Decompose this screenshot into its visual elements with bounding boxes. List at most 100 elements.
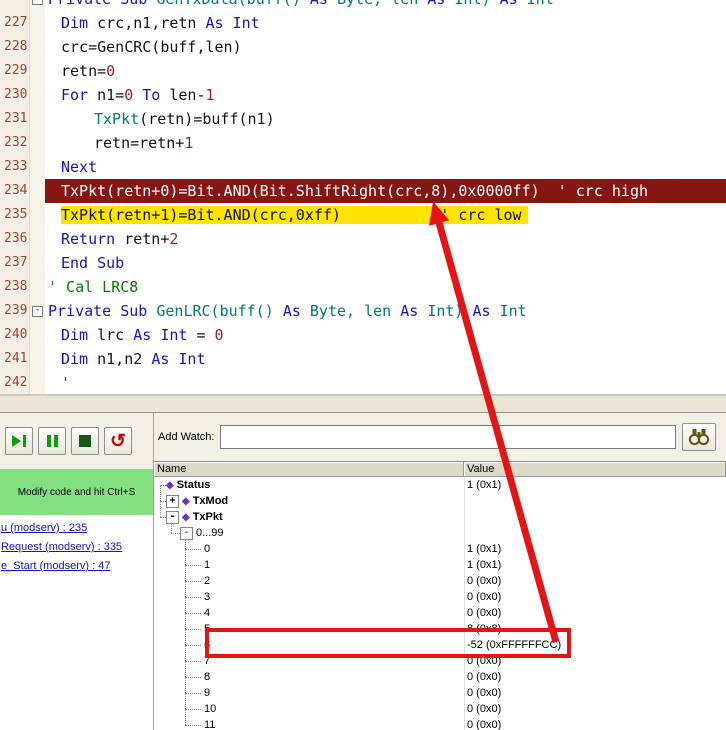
call-stack-link[interactable]: e_Start (modserv) : 47 <box>1 560 152 572</box>
line-number[interactable]: 228 <box>0 35 30 59</box>
restart-button[interactable]: ↺ <box>104 427 132 455</box>
code-line-238[interactable]: 238 ' Cal LRC8 <box>0 275 726 299</box>
watch-row-5[interactable]: 5 8 (0x8) <box>154 621 726 637</box>
collapse-icon[interactable]: - <box>180 526 193 540</box>
code-line-239[interactable]: 239- Private Sub GenLRC(buff() As Byte, l… <box>0 299 726 323</box>
fold-toggle-icon[interactable]: - <box>32 0 43 5</box>
watch-row-1[interactable]: 1 1 (0x1) <box>154 557 726 573</box>
line-number[interactable]: 230 <box>0 83 30 107</box>
line-number[interactable]: 227 <box>0 11 30 35</box>
line-number[interactable]: 231 <box>0 107 30 131</box>
code-text: Private Sub GenTxData(buff() As Byte, le… <box>45 0 726 11</box>
watch-row-TxPkt[interactable]: - ◆ TxPkt <box>154 509 726 525</box>
find-watch-button[interactable] <box>682 423 717 451</box>
code-line-242[interactable]: 242 ' <box>0 371 726 394</box>
watch-rows: ◆ Status 1 (0x1) + ◆ TxMod - ◆ TxPkt -0...99 0 1 (0… <box>154 477 726 730</box>
code-line-237[interactable]: 237 End Sub <box>0 251 726 275</box>
watch-name: 10 <box>154 701 464 717</box>
watch-row-TxMod[interactable]: + ◆ TxMod <box>154 493 726 509</box>
fold-toggle-icon[interactable]: - <box>32 306 43 317</box>
watch-value: 8 (0x8) <box>467 623 502 635</box>
collapse-icon[interactable]: - <box>166 510 179 524</box>
code-line-228[interactable]: 228 crc=GenCRC(buff,len) <box>0 35 726 59</box>
line-number[interactable]: 236 <box>0 227 30 251</box>
fold-column: - <box>30 299 45 323</box>
fold-column: - <box>30 0 45 11</box>
code-line-partial[interactable]: -Private Sub GenTxData(buff() As Byte, l… <box>0 0 726 11</box>
code-line-234[interactable]: 234 TxPkt(retn+0)=Bit.AND(Bit.ShiftRight(… <box>0 179 726 203</box>
watch-row-Status[interactable]: ◆ Status 1 (0x1) <box>154 477 726 493</box>
pane-splitter[interactable] <box>0 395 726 413</box>
watch-row-8[interactable]: 8 0 (0x0) <box>154 669 726 685</box>
code-text: Dim lrc As Int = 0 <box>61 326 224 344</box>
line-number[interactable]: 241 <box>0 347 30 371</box>
fold-column <box>30 179 45 203</box>
watch-value: 0 (0x0) <box>467 719 502 730</box>
watch-row-0[interactable]: 0 1 (0x1) <box>154 541 726 557</box>
line-number[interactable]: 233 <box>0 155 30 179</box>
code-line-229[interactable]: 229 retn=0 <box>0 59 726 83</box>
call-stack-link[interactable]: u (modserv) : 235 <box>1 522 152 534</box>
resume-button[interactable] <box>5 427 33 455</box>
column-header-name[interactable]: Name <box>154 462 464 477</box>
watch-row-9[interactable]: 9 0 (0x0) <box>154 685 726 701</box>
code-text: ' Cal LRC8 <box>48 278 139 296</box>
fold-column <box>30 203 45 227</box>
tree-connector <box>185 548 201 550</box>
debug-sidebar: ↺ Modify code and hit Ctrl+S u (modserv)… <box>0 413 154 730</box>
watch-name: 1 <box>154 557 464 573</box>
code-text: Return retn+2 <box>61 230 179 248</box>
watch-row-4[interactable]: 4 0 (0x0) <box>154 605 726 621</box>
watch-value: 0 (0x0) <box>467 591 502 603</box>
code-text: End Sub <box>61 254 125 272</box>
code-editor[interactable]: -Private Sub GenTxData(buff() As Byte, l… <box>0 0 726 395</box>
line-number[interactable]: 229 <box>0 59 30 83</box>
watch-name-label: 6 <box>204 639 211 651</box>
watch-name-label: 0 <box>204 543 211 555</box>
code-line-233[interactable]: 233 Next <box>0 155 726 179</box>
code-line-235[interactable]: 235 TxPkt(retn+1)=Bit.AND(crc,0xff) ' crc… <box>0 203 726 227</box>
column-header-value[interactable]: Value <box>464 462 726 477</box>
fold-column <box>30 155 45 179</box>
variable-icon: ◆ <box>182 495 190 507</box>
pause-button[interactable] <box>38 427 66 455</box>
watch-row-11[interactable]: 11 0 (0x0) <box>154 717 726 730</box>
code-line-236[interactable]: 236 Return retn+2 <box>0 227 726 251</box>
line-number[interactable]: 240 <box>0 323 30 347</box>
watch-row-6[interactable]: 6 -52 (0xFFFFFFCC) <box>154 637 726 653</box>
watch-panel: Add Watch: Name Value ◆ Status 1 (0x1) +… <box>154 413 726 730</box>
add-watch-input[interactable] <box>220 425 677 449</box>
tree-connector <box>185 564 201 566</box>
stop-button[interactable] <box>71 427 99 455</box>
code-line-232[interactable]: 232 retn=retn+1 <box>0 131 726 155</box>
watch-row-0...99[interactable]: -0...99 <box>154 525 726 541</box>
code-line-240[interactable]: 240 Dim lrc As Int = 0 <box>0 323 726 347</box>
watch-row-7[interactable]: 7 0 (0x0) <box>154 653 726 669</box>
call-stack-link[interactable]: Request (modserv) : 335 <box>1 541 152 553</box>
line-number[interactable]: 238 <box>0 275 30 299</box>
watch-row-2[interactable]: 2 0 (0x0) <box>154 573 726 589</box>
stop-icon <box>79 435 91 447</box>
debug-toolbar: ↺ <box>0 413 153 469</box>
line-number[interactable]: 232 <box>0 131 30 155</box>
watch-table-header: Name Value <box>154 462 726 477</box>
line-number[interactable]: 234 <box>0 179 30 203</box>
line-number[interactable]: 235 <box>0 203 30 227</box>
line-number[interactable]: 237 <box>0 251 30 275</box>
code-line-227[interactable]: 227 Dim crc,n1,retn As Int <box>0 11 726 35</box>
line-number[interactable] <box>0 0 30 11</box>
tree-connector <box>185 644 201 646</box>
code-line-241[interactable]: 241 Dim n1,n2 As Int <box>0 347 726 371</box>
watch-row-10[interactable]: 10 0 (0x0) <box>154 701 726 717</box>
fold-column <box>30 323 45 347</box>
line-number[interactable]: 239 <box>0 299 30 323</box>
fold-column <box>30 347 45 371</box>
fold-column <box>30 107 45 131</box>
code-line-231[interactable]: 231 TxPkt(retn)=buff(n1) <box>0 107 726 131</box>
line-number[interactable]: 242 <box>0 371 30 394</box>
watch-name: 0 <box>154 541 464 557</box>
watch-row-3[interactable]: 3 0 (0x0) <box>154 589 726 605</box>
expand-icon[interactable]: + <box>166 494 179 508</box>
code-line-230[interactable]: 230 For n1=0 To len-1 <box>0 83 726 107</box>
add-watch-bar: Add Watch: <box>154 413 726 461</box>
